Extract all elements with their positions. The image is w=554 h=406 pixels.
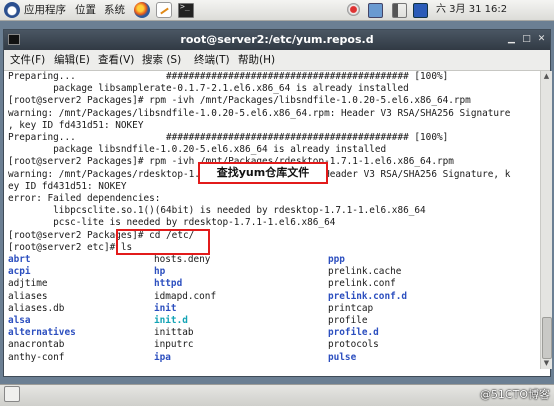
ls-entry: aliases <box>8 290 48 302</box>
text-editor-icon[interactable] <box>156 2 172 18</box>
ls-entry: aliases.db <box>8 302 65 314</box>
gnome-foot-icon[interactable] <box>4 2 20 18</box>
window-title: root@server2:/etc/yum.repos.d <box>180 33 374 46</box>
menu-file[interactable]: 文件(F) <box>10 50 45 70</box>
firefox-icon[interactable] <box>134 2 150 18</box>
ls-entry: ipa <box>154 351 171 363</box>
terminal-line: warning: /mnt/Packages/libsndfile-1.0.20… <box>8 107 511 119</box>
menu-terminal[interactable]: 终端(T) <box>194 50 230 70</box>
applications-menu[interactable]: 应用程序 <box>24 0 66 20</box>
watermark: @51CTO博客 <box>479 388 550 401</box>
show-desktop-icon[interactable] <box>4 386 20 402</box>
ls-entry: hosts.deny <box>154 254 211 265</box>
terminal-line: [root@server2 Packages]# rpm -ivh /mnt/P… <box>8 95 471 107</box>
scroll-down-icon[interactable]: ▼ <box>541 358 552 369</box>
ls-entry: prelink.conf <box>328 278 396 290</box>
scrollbar-thumb[interactable] <box>542 317 552 359</box>
ls-entry: init.d <box>154 315 188 326</box>
terminal-line: Preparing... ###########################… <box>8 132 449 143</box>
ls-entry: acpi <box>8 266 31 278</box>
ls-entry: anacrontab <box>8 339 65 351</box>
ls-entry: profile.d <box>328 327 379 339</box>
annotation-callout: 查找yum仓库文件 <box>198 162 328 184</box>
top-panel: 应用程序 位置 系统 六 3月 31 16:2 <box>0 0 554 21</box>
ls-entry: anthy-conf <box>8 351 65 363</box>
ls-entry: profile <box>328 315 368 326</box>
terminal-line: , key ID fd431d51: NOKEY <box>8 119 144 131</box>
ls-entry: abrt <box>8 254 31 265</box>
ls-entry: pulse <box>328 351 357 363</box>
terminal-line: [root@server2 etc]# ls <box>8 241 133 253</box>
update-notifier-icon[interactable] <box>347 3 360 16</box>
menu-edit[interactable]: 编辑(E) <box>54 50 90 70</box>
panel-clock[interactable]: 六 3月 31 16:2 <box>436 0 507 20</box>
terminal-line: libpcsclite.so.1()(64bit) is needed by r… <box>8 205 426 217</box>
terminal-launcher-icon[interactable] <box>178 2 194 18</box>
ls-entry: printcap <box>328 302 374 314</box>
ls-entry: httpd <box>154 278 183 290</box>
terminal-line: Preparing... ###########################… <box>8 71 449 82</box>
ls-entry: protocols <box>328 339 379 351</box>
ls-entry: ppp <box>328 254 345 265</box>
ls-entry: prelink.cache <box>328 266 402 278</box>
terminal-line: error: Failed dependencies: <box>8 193 161 204</box>
bottom-panel <box>0 384 554 406</box>
window-titlebar[interactable]: root@server2:/etc/yum.repos.d ▁ □ ✕ <box>4 30 550 50</box>
system-menu[interactable]: 系统 <box>104 0 125 20</box>
ls-entry: adjtime <box>8 278 48 290</box>
places-menu[interactable]: 位置 <box>75 0 96 20</box>
terminal-line: package libsndfile-1.0.20-5.el6.x86_64 i… <box>8 144 387 156</box>
terminal-output[interactable]: Preparing... ###########################… <box>5 71 539 369</box>
ls-entry: init <box>154 302 177 314</box>
terminal-window: root@server2:/etc/yum.repos.d ▁ □ ✕ 文件(F… <box>3 29 552 377</box>
menu-search[interactable]: 搜索 (S) <box>142 50 181 70</box>
network-icon[interactable] <box>368 3 383 18</box>
maximize-icon[interactable]: □ <box>521 34 532 45</box>
ls-entry: alternatives <box>8 327 76 339</box>
menu-help[interactable]: 帮助(H) <box>238 50 275 70</box>
close-icon[interactable]: ✕ <box>536 34 547 45</box>
bluetooth-icon[interactable] <box>413 3 428 18</box>
scroll-up-icon[interactable]: ▲ <box>541 71 552 82</box>
terminal-line: pcsc-lite is needed by rdesktop-1.7.1-1.… <box>8 217 336 229</box>
ls-entry: prelink.conf.d <box>328 290 408 302</box>
menu-view[interactable]: 查看(V) <box>98 50 134 70</box>
command-highlight-box <box>116 229 210 255</box>
ls-entry: idmapd.conf <box>154 290 217 302</box>
terminal-line: package libsamplerate-0.1.7-2.1.el6.x86_… <box>8 83 409 95</box>
ls-entry: inputrc <box>154 339 194 351</box>
minimize-icon[interactable]: ▁ <box>506 34 517 45</box>
ls-entry: inittab <box>154 327 194 339</box>
vertical-scrollbar[interactable]: ▲ ▼ <box>540 71 552 369</box>
volume-icon[interactable] <box>392 3 407 18</box>
ls-entry: alsa <box>8 315 31 326</box>
terminal-line: ey ID fd431d51: NOKEY <box>8 180 127 192</box>
ls-entry: hp <box>154 266 166 278</box>
menubar: 文件(F) 编辑(E) 查看(V) 搜索 (S) 终端(T) 帮助(H) <box>4 50 550 71</box>
